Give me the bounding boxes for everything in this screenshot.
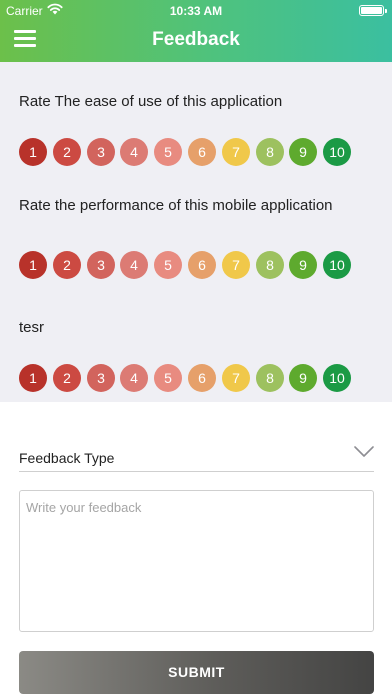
rating-option[interactable]: 5 [154,251,182,279]
rating-option[interactable]: 4 [120,138,148,166]
rating-option[interactable]: 9 [289,364,317,392]
rating-option[interactable]: 2 [53,138,81,166]
rating-option[interactable]: 4 [120,364,148,392]
status-time: 10:33 AM [169,4,223,18]
rating-option[interactable]: 7 [222,251,250,279]
battery-icon [359,5,387,16]
rating-option[interactable]: 10 [323,251,351,279]
rating-option[interactable]: 4 [120,251,148,279]
rating-option[interactable]: 2 [53,251,81,279]
rating-scale: 1 2 3 4 5 6 7 8 9 10 [19,138,359,166]
rating-option[interactable]: 10 [323,364,351,392]
rating-option[interactable]: 3 [87,364,115,392]
rating-option[interactable]: 8 [256,138,284,166]
rating-scale: 1 2 3 4 5 6 7 8 9 10 [19,364,359,392]
rating-option[interactable]: 7 [222,364,250,392]
rating-option[interactable]: 6 [188,138,216,166]
rating-option[interactable]: 5 [154,364,182,392]
page-title: Feedback [152,29,240,50]
rating-option[interactable]: 9 [289,138,317,166]
rating-option[interactable]: 10 [323,138,351,166]
rating-section: Rate The ease of use of this application… [0,62,392,402]
rating-option[interactable]: 7 [222,138,250,166]
rating-option[interactable]: 3 [87,251,115,279]
feedback-textarea[interactable] [20,491,373,631]
rating-scale: 1 2 3 4 5 6 7 8 9 10 [19,251,359,279]
question-label: tesr [19,319,45,336]
rating-option[interactable]: 2 [53,364,81,392]
feedback-type-label: Feedback Type [19,450,115,466]
rating-option[interactable]: 9 [289,251,317,279]
app-header: Carrier 10:33 AM Feedback [0,0,392,62]
rating-option[interactable]: 6 [188,364,216,392]
rating-option[interactable]: 5 [154,138,182,166]
feedback-textarea-wrap [19,490,374,632]
rating-option[interactable]: 1 [19,138,47,166]
rating-option[interactable]: 1 [19,251,47,279]
rating-option[interactable]: 8 [256,251,284,279]
rating-option[interactable]: 1 [19,364,47,392]
submit-button[interactable]: SUBMIT [19,651,374,694]
feedback-type-select[interactable]: Feedback Type [19,440,374,472]
rating-option[interactable]: 6 [188,251,216,279]
rating-option[interactable]: 3 [87,138,115,166]
rating-option[interactable]: 8 [256,364,284,392]
question-label: Rate the performance of this mobile appl… [19,197,333,214]
chevron-down-icon [354,446,374,457]
question-label: Rate The ease of use of this application [19,93,283,110]
status-bar: Carrier 10:33 AM [0,0,392,20]
